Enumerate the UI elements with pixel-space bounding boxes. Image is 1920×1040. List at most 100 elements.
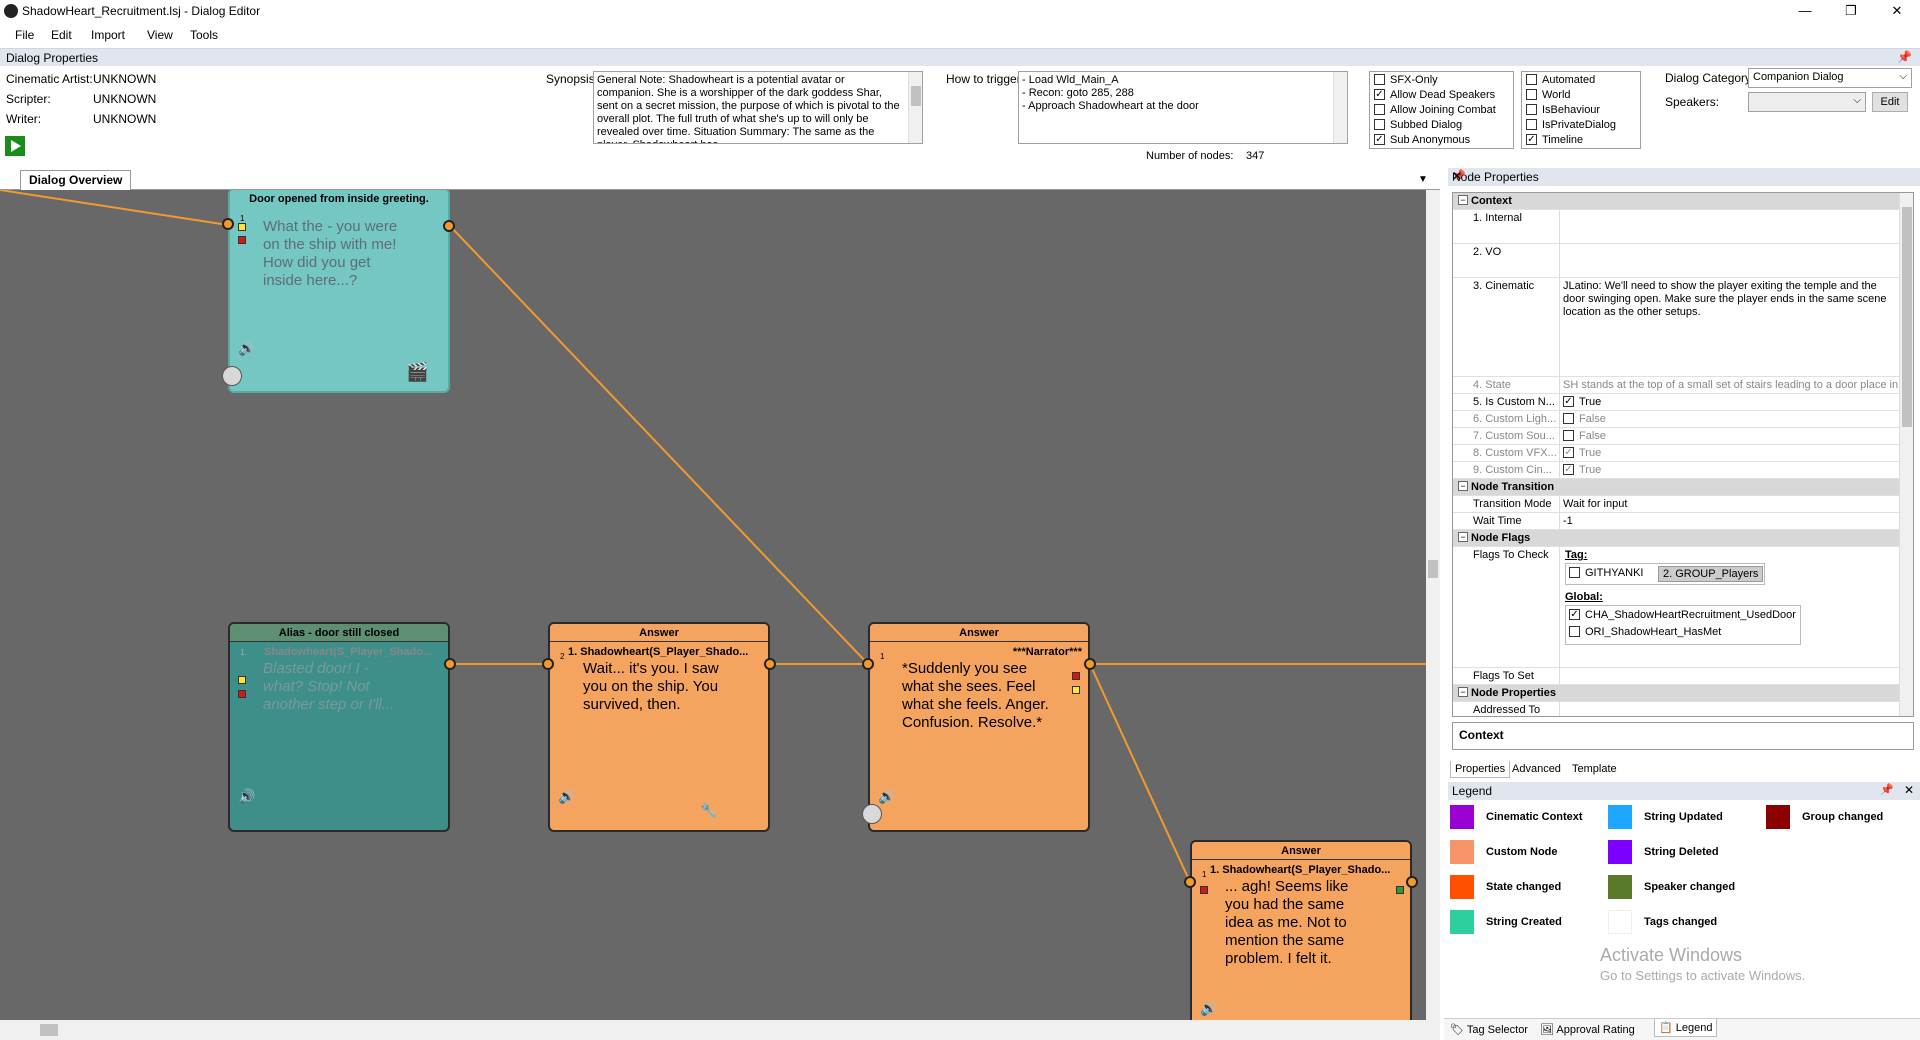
automated-checkbox[interactable]: Automated: [1526, 73, 1595, 89]
output-port[interactable]: [1084, 658, 1096, 670]
input-port[interactable]: [1184, 876, 1196, 888]
flag-marker: [1072, 672, 1080, 680]
dialog-node[interactable]: Alias - door still closed 1. Shadowheart…: [228, 622, 450, 832]
menu-edit[interactable]: Edit: [51, 28, 72, 42]
output-port[interactable]: [443, 220, 455, 232]
speaker-sound-icon[interactable]: 🔊: [558, 788, 575, 805]
speaker-sound-icon[interactable]: 🔊: [1200, 1000, 1217, 1017]
property-grid[interactable]: − Context 1. Internal 2. VO 3. Cinematic J…: [1452, 192, 1914, 717]
speaker-sound-icon[interactable]: 🔊: [238, 340, 255, 357]
pin-icon[interactable]: 📌: [1880, 783, 1894, 796]
isbehaviour-checkbox[interactable]: IsBehaviour: [1526, 103, 1600, 119]
menu-view[interactable]: View: [147, 28, 173, 42]
input-port[interactable]: [862, 658, 874, 670]
graph-horizontal-scrollbar[interactable]: [0, 1020, 1440, 1040]
play-button[interactable]: [4, 135, 26, 157]
prop-state[interactable]: 4. State SH stands at the top of a small …: [1453, 377, 1907, 394]
context-description: Context: [1452, 722, 1914, 750]
dialog-node[interactable]: Door opened from inside greeting. 1 What…: [228, 190, 450, 393]
tab-template[interactable]: Template: [1568, 761, 1621, 777]
prop-flags-to-check[interactable]: Flags To Check Tag: GITHYANKI 2. GROUP_P…: [1453, 547, 1901, 668]
category-context[interactable]: − Context: [1453, 193, 1901, 210]
world-checkbox[interactable]: World: [1526, 88, 1571, 104]
close-icon[interactable]: ✕: [1904, 783, 1914, 797]
menu-file[interactable]: File: [15, 28, 34, 42]
prop-custom-lighting[interactable]: 6. Custom Ligh... False: [1453, 411, 1901, 428]
prop-vo[interactable]: 2. VO: [1453, 244, 1901, 278]
prop-is-custom-node[interactable]: 5. Is Custom N... ✓ True: [1453, 394, 1901, 411]
window-title: ShadowHeart_Recruitment.lsj - Dialog Edi…: [22, 4, 261, 18]
menu-tools[interactable]: Tools: [190, 28, 218, 42]
property-grid-scrollbar[interactable]: [1899, 193, 1913, 716]
isprivatedialog-checkbox[interactable]: IsPrivateDialog: [1526, 118, 1616, 134]
tab-dropdown-icon[interactable]: ▼: [1418, 174, 1428, 185]
prop-addressed-to[interactable]: Addressed To: [1453, 702, 1901, 716]
output-port[interactable]: [444, 658, 456, 670]
prop-flags-to-set[interactable]: Flags To Set: [1453, 668, 1901, 685]
output-port[interactable]: [1406, 876, 1418, 888]
sub-anonymous-checkbox[interactable]: ✓ Sub Anonymous: [1374, 133, 1470, 149]
node-anchor-circle[interactable]: [222, 366, 242, 386]
dialog-graph-canvas[interactable]: Door opened from inside greeting. 1 What…: [0, 190, 1426, 1020]
speakers-select[interactable]: ⌵: [1748, 92, 1866, 112]
graph-vertical-scrollbar[interactable]: [1426, 190, 1440, 1020]
prop-custom-sound[interactable]: 7. Custom Sou... False: [1453, 428, 1901, 445]
dialog-node[interactable]: Answer 1 1. Shadowheart(S_Player_Shado..…: [1190, 840, 1412, 1020]
node-header: Answer: [550, 624, 768, 642]
timeline-checkbox[interactable]: ✓ Timeline: [1526, 133, 1583, 149]
category-node-properties[interactable]: − Node Properties: [1453, 685, 1901, 702]
tab-approval-rating[interactable]: 🖼 Approval Rating: [1536, 1021, 1639, 1038]
cinematic-artist-value: UNKNOWN: [93, 72, 157, 86]
synopsis-textarea[interactable]: General Note: Shadowheart is a potential…: [593, 71, 923, 144]
tab-advanced[interactable]: Advanced: [1508, 761, 1565, 777]
subbed-dialog-checkbox[interactable]: Subbed Dialog: [1374, 118, 1462, 134]
prop-custom-cinematic[interactable]: 9. Custom Cin... ✓ True: [1453, 462, 1901, 479]
menu-import[interactable]: Import: [91, 28, 125, 42]
tag-githyanki[interactable]: GITHYANKI: [1569, 566, 1643, 582]
input-port[interactable]: [542, 658, 554, 670]
tab-properties[interactable]: Properties: [1450, 761, 1511, 778]
dialog-category-select[interactable]: Companion Dialog ⌵: [1748, 68, 1912, 88]
maximize-button[interactable]: ❐: [1828, 0, 1874, 22]
synopsis-scrollbar[interactable]: [908, 72, 922, 143]
prop-custom-vfx[interactable]: 8. Custom VFX... ✓ True: [1453, 445, 1901, 462]
node-header: Door opened from inside greeting.: [230, 190, 448, 208]
close-icon[interactable]: ✕: [1452, 169, 1914, 183]
prop-internal[interactable]: 1. Internal: [1453, 210, 1901, 244]
minimize-button[interactable]: —: [1782, 0, 1828, 22]
trigger-textarea[interactable]: - Load Wld_Main_A - Recon: goto 285, 288…: [1018, 71, 1348, 144]
tab-legend[interactable]: 📋 Legend: [1654, 1019, 1718, 1037]
trigger-scrollbar[interactable]: [1333, 72, 1347, 143]
prop-cinematic[interactable]: 3. Cinematic JLatino: We'll need to show …: [1453, 278, 1901, 377]
dialog-node[interactable]: Answer 2 1. Shadowheart(S_Player_Shado..…: [548, 622, 770, 832]
sfx-only-checkbox[interactable]: SFX-Only: [1374, 73, 1438, 89]
clapperboard-icon[interactable]: 🎬: [406, 362, 428, 383]
dialog-node[interactable]: Answer 1 ***Narrator*** *Suddenly you se…: [868, 622, 1090, 832]
legend-swatch: [1608, 805, 1632, 829]
allow-joining-combat-checkbox[interactable]: Allow Joining Combat: [1374, 103, 1496, 119]
speaker-sound-icon[interactable]: 🔊: [238, 788, 255, 805]
edit-speakers-button[interactable]: Edit: [1872, 92, 1908, 112]
category-node-flags[interactable]: − Node Flags: [1453, 530, 1901, 547]
tab-tag-selector[interactable]: 🏷 Tag Selector: [1446, 1021, 1532, 1038]
global-used-door[interactable]: ✓ CHA_ShadowHeartRecruitment_UsedDoor: [1569, 608, 1796, 624]
legend-swatch: [1450, 910, 1474, 934]
global-has-met[interactable]: ORI_ShadowHeart_HasMet: [1569, 625, 1721, 641]
allow-dead-speakers-checkbox[interactable]: ✓ Allow Dead Speakers: [1374, 88, 1495, 104]
tab-dialog-overview[interactable]: Dialog Overview: [20, 170, 132, 190]
wrench-icon[interactable]: 🔧: [700, 802, 717, 819]
prop-wait-time[interactable]: Wait Time -1: [1453, 513, 1901, 530]
checkbox-box: [1374, 103, 1385, 115]
pin-icon[interactable]: 📌: [1897, 50, 1912, 64]
input-port[interactable]: [222, 218, 234, 230]
speaker-sound-icon[interactable]: 🔊: [878, 788, 895, 805]
dialog-properties-header: Dialog Properties 📌: [0, 48, 1920, 66]
output-port[interactable]: [764, 658, 776, 670]
prop-transition-mode[interactable]: Transition Mode Wait for input: [1453, 496, 1901, 513]
category-node-transition[interactable]: − Node Transition: [1453, 479, 1901, 496]
tag-group-players[interactable]: 2. GROUP_Players: [1658, 566, 1764, 582]
close-button[interactable]: ✕: [1874, 0, 1920, 22]
check-icon: ✓: [1563, 446, 1574, 458]
scripter-value: UNKNOWN: [93, 92, 157, 106]
node-anchor-circle[interactable]: [862, 804, 882, 824]
